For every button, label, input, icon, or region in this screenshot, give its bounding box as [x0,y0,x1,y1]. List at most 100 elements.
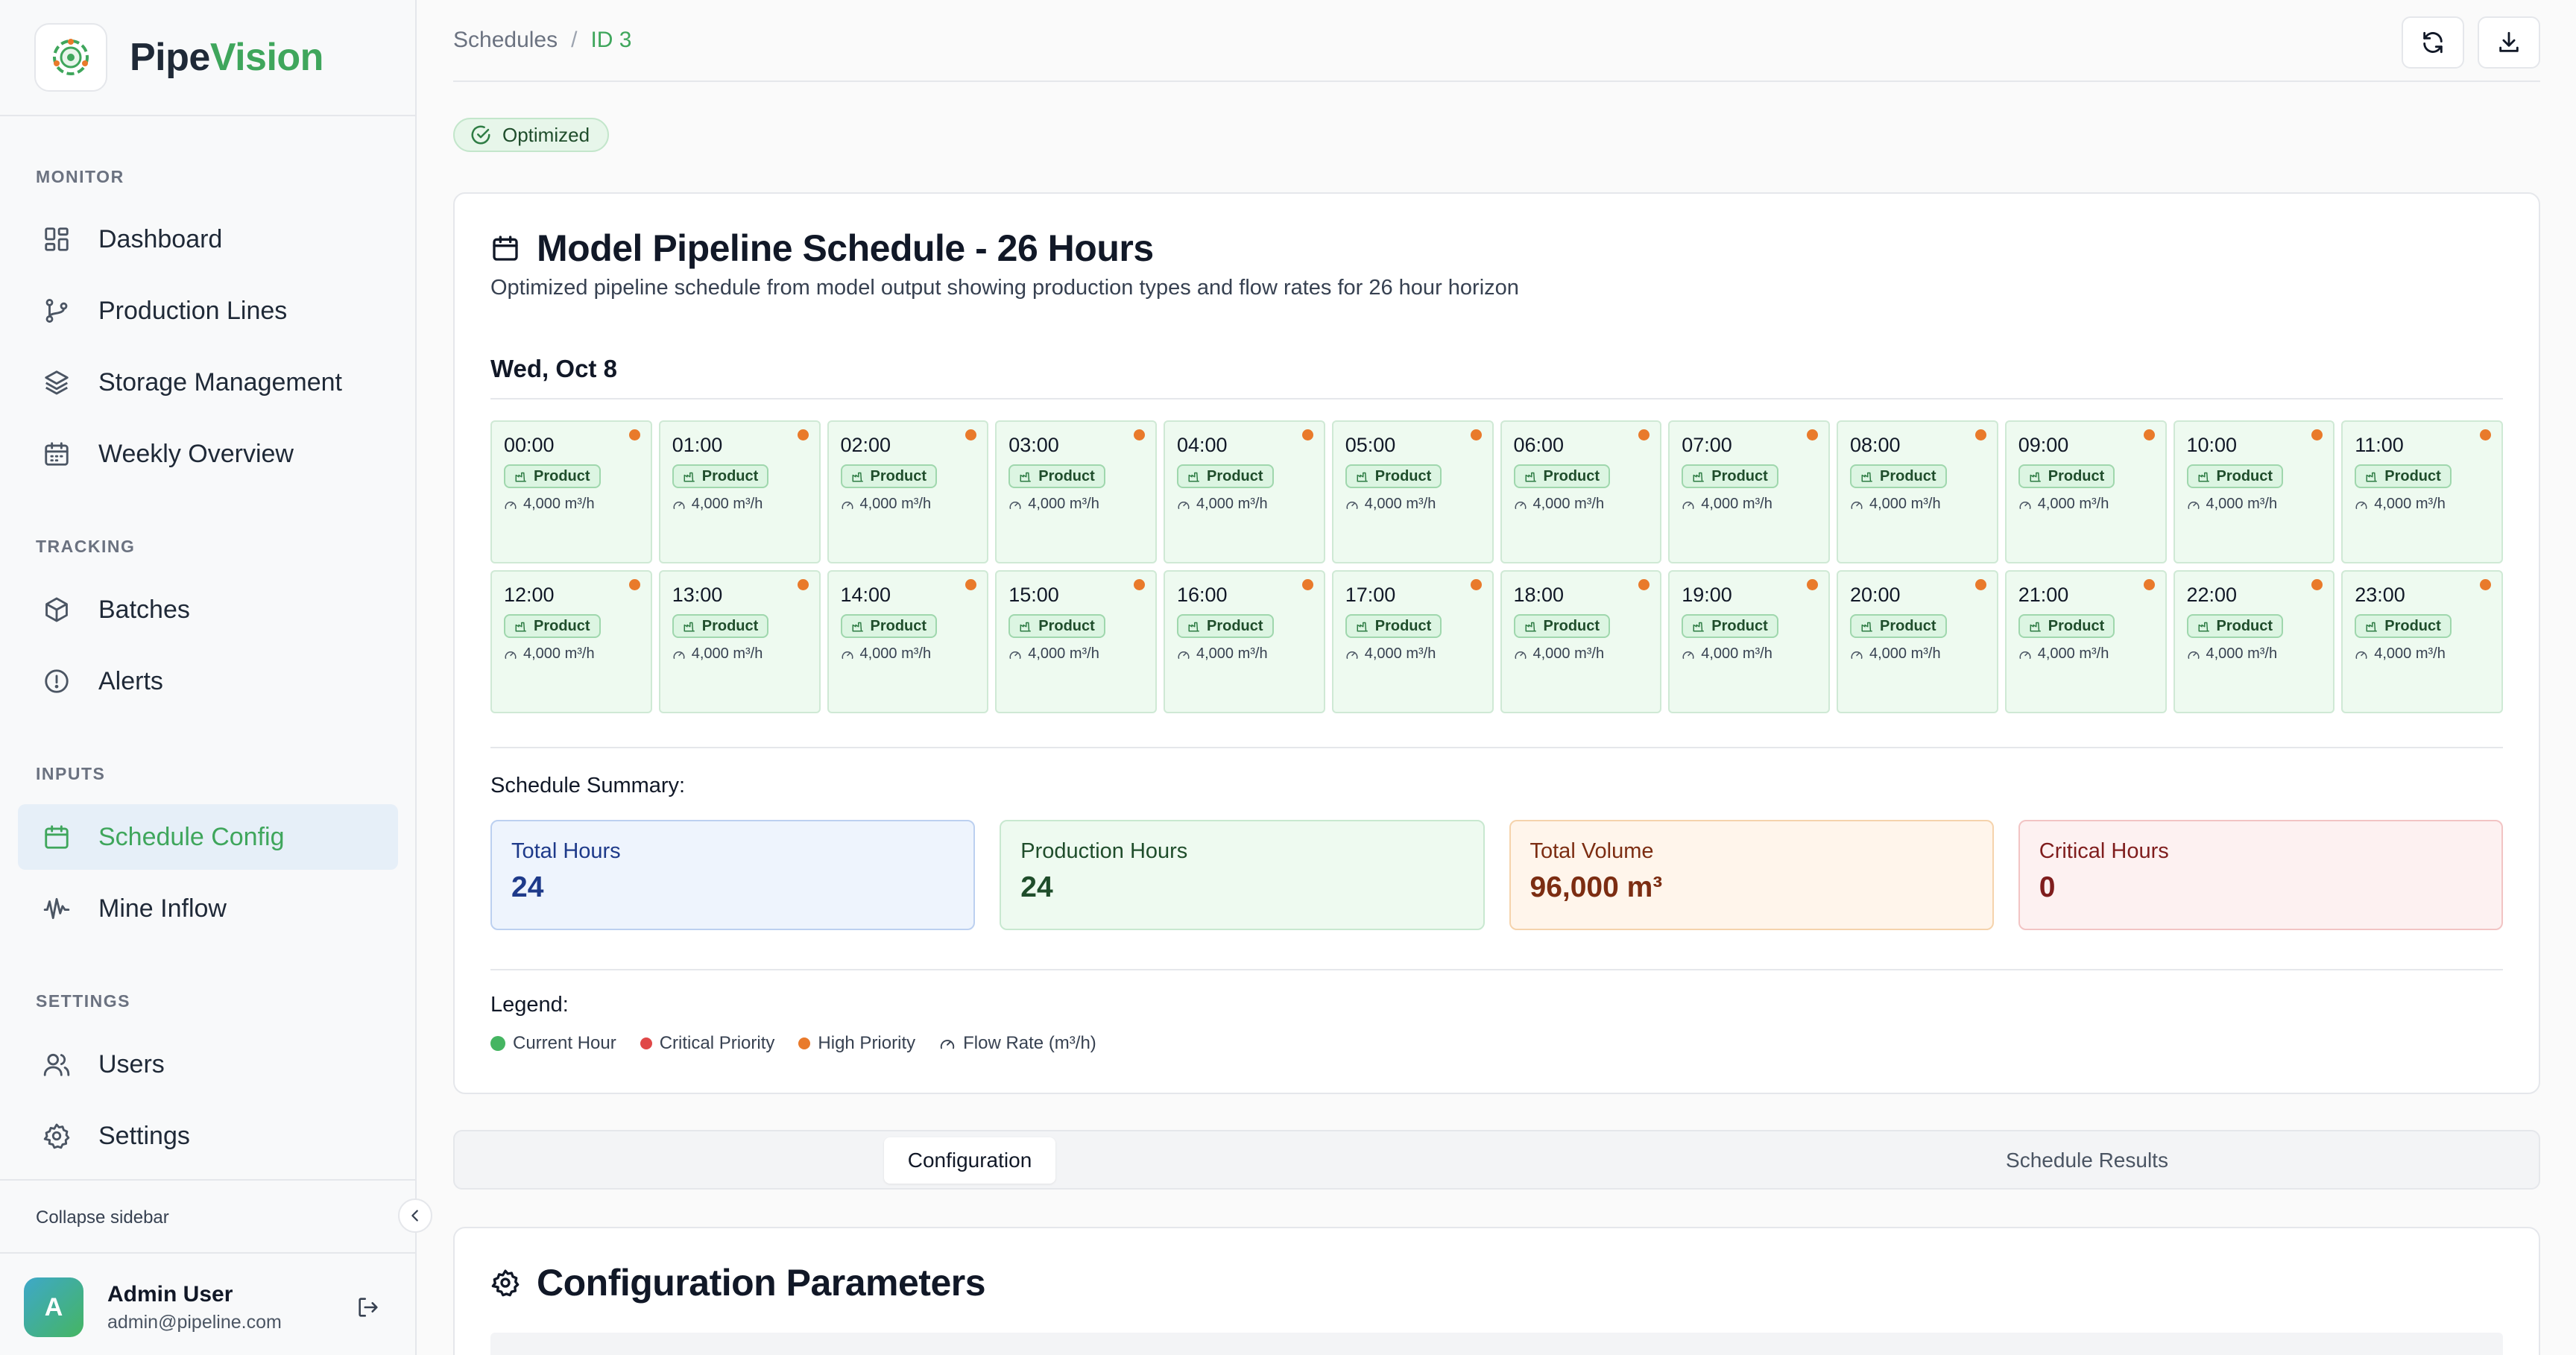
high-priority-dot-icon [1470,429,1482,440]
collapse-sidebar-button[interactable] [398,1198,432,1233]
sidebar-item-label: Weekly Overview [98,439,294,468]
hour-cell[interactable]: 00:00 Product 4,000 m³/h [490,420,652,563]
production-type-badge: Product [2186,614,2284,638]
hour-cell[interactable]: 16:00 Product 4,000 m³/h [1164,570,1325,713]
sidebar-item-production-lines[interactable]: Production Lines [18,278,398,344]
hour-cell[interactable]: 13:00 Product 4,000 m³/h [658,570,821,713]
refresh-button[interactable] [2402,16,2464,69]
high-priority-dot-icon [628,579,640,590]
gauge-icon [1515,651,1526,659]
stat-critical-hours: Critical Hours 0 [2018,820,2503,930]
production-type-label: Product [1374,617,1432,634]
avatar[interactable]: A [24,1277,83,1337]
high-priority-dot-icon [798,1037,811,1049]
flow-rate-value: 4,000 m³/h [523,645,595,662]
flow-rate: 4,000 m³/h [1345,496,1492,513]
flow-rate: 4,000 m³/h [1177,496,1324,513]
flow-rate: 4,000 m³/h [2018,496,2165,513]
user-name: Admin User [107,1282,233,1307]
gauge-icon [1178,501,1190,509]
sidebar-item-users[interactable]: Users [18,1032,398,1097]
high-priority-dot-icon [1974,429,1986,440]
sidebar-item-dashboard[interactable]: Dashboard [18,206,398,272]
hour-cell[interactable]: 07:00 Product 4,000 m³/h [1668,420,1830,563]
nav-section-settings: SETTINGS [36,991,131,1011]
hour-time: 19:00 [1682,584,1732,606]
breadcrumb-parent[interactable]: Schedules [453,28,558,53]
flow-rate: 4,000 m³/h [1850,645,1997,663]
hour-cell[interactable]: 14:00 Product 4,000 m³/h [827,570,989,713]
hour-time: 03:00 [1008,434,1059,456]
hour-cell[interactable]: 06:00 Product 4,000 m³/h [1500,420,1662,563]
production-type-label: Product [2048,617,2105,634]
gauge-icon [1682,651,1694,659]
collapse-sidebar-label[interactable]: Collapse sidebar [36,1207,169,1228]
hour-cell[interactable]: 19:00 Product 4,000 m³/h [1668,570,1830,713]
production-type-label: Product [1038,617,1095,634]
flow-rate-value: 4,000 m³/h [523,496,595,512]
sidebar-item-batches[interactable]: Batches [18,577,398,642]
production-type-badge: Product [2355,614,2452,638]
sidebar-item-weekly-overview[interactable]: Weekly Overview [18,421,398,487]
hour-cell[interactable]: 05:00 Product 4,000 m³/h [1331,420,1494,563]
gauge-icon [842,501,853,509]
production-type-label: Product [2384,467,2441,484]
legend-label: Critical Priority [659,1033,775,1053]
sidebar-item-schedule-config[interactable]: Schedule Config [18,804,398,870]
sidebar-divider [0,1179,417,1181]
layers-icon [40,366,73,399]
production-type-badge: Product [1008,464,1105,488]
tab-configuration[interactable]: Configuration [884,1137,1055,1184]
logout-button[interactable] [353,1292,383,1322]
production-type-badge: Product [1177,464,1274,488]
sidebar-item-label: Production Lines [98,296,288,325]
hour-cell[interactable]: 18:00 Product 4,000 m³/h [1500,570,1662,713]
brand[interactable]: PipeVision [0,0,415,116]
hour-time: 11:00 [2355,434,2404,456]
sidebar-item-label: Schedule Config [98,822,285,851]
flow-rate-value: 4,000 m³/h [1532,645,1605,662]
sidebar-item-storage-management[interactable]: Storage Management [18,350,398,415]
hour-cell[interactable]: 17:00 Product 4,000 m³/h [1331,570,1494,713]
factory-icon [1357,622,1368,632]
nav-section-tracking: TRACKING [36,537,136,556]
sidebar-item-settings[interactable]: Settings [18,1103,398,1169]
hour-cell[interactable]: 01:00 Product 4,000 m³/h [658,420,821,563]
gauge-icon [1682,501,1694,509]
production-type-label: Product [1880,617,1936,634]
hour-cell[interactable]: 04:00 Product 4,000 m³/h [1164,420,1325,563]
factory-icon [684,472,695,482]
download-button[interactable] [2478,16,2540,69]
high-priority-dot-icon [628,429,640,440]
flow-rate: 4,000 m³/h [504,645,651,663]
gauge-icon [673,651,685,659]
gauge-icon [1515,501,1526,509]
calendar-icon [493,236,518,261]
hour-cell[interactable]: 08:00 Product 4,000 m³/h [1837,420,1998,563]
factory-icon [1525,622,1536,632]
hour-cell[interactable]: 10:00 Product 4,000 m³/h [2173,420,2335,563]
brand-name-part2: Vision [209,36,324,79]
hour-cell[interactable]: 03:00 Product 4,000 m³/h [995,420,1157,563]
hour-cell[interactable]: 12:00 Product 4,000 m³/h [490,570,652,713]
gear-icon [491,1269,520,1297]
hour-cell[interactable]: 20:00 Product 4,000 m³/h [1837,570,1998,713]
sidebar-item-mine-inflow[interactable]: Mine Inflow [18,876,398,941]
gauge-icon [1178,651,1190,659]
sidebar-item-alerts[interactable]: Alerts [18,648,398,714]
hour-cell[interactable]: 02:00 Product 4,000 m³/h [827,420,989,563]
production-type-label: Product [701,467,759,484]
hour-cell[interactable]: 23:00 Product 4,000 m³/h [2341,570,2503,713]
flow-rate: 4,000 m³/h [1514,496,1661,513]
hour-cell[interactable]: 11:00 Product 4,000 m³/h [2341,420,2503,563]
factory-icon [515,472,526,482]
hour-cell[interactable]: 21:00 Product 4,000 m³/h [2004,570,2167,713]
tab-schedule-results[interactable]: Schedule Results [1975,1137,2199,1184]
hour-cell[interactable]: 09:00 Product 4,000 m³/h [2004,420,2167,563]
gauge-icon [1346,501,1358,509]
factory-icon [1693,472,1704,482]
production-type-badge: Product [2186,464,2284,488]
hour-cell[interactable]: 22:00 Product 4,000 m³/h [2173,570,2335,713]
flow-rate-value: 4,000 m³/h [691,496,763,512]
hour-cell[interactable]: 15:00 Product 4,000 m³/h [995,570,1157,713]
